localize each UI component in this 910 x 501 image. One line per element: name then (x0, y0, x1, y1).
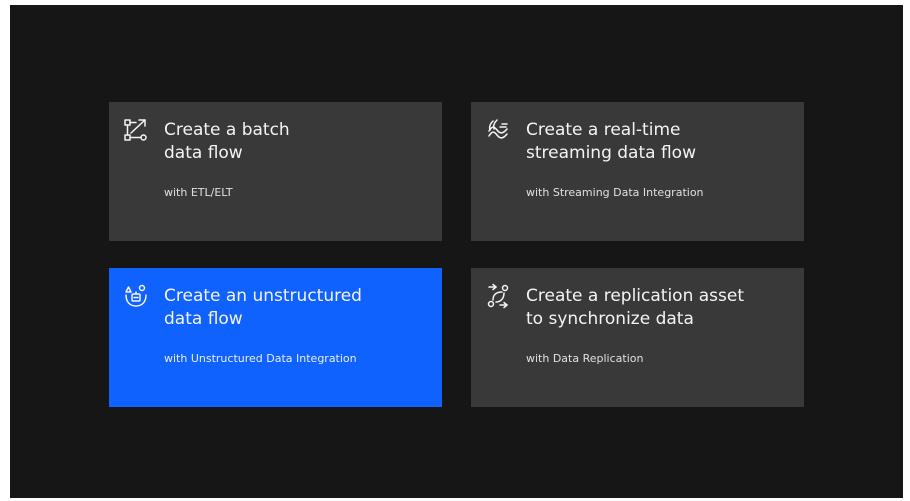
tile-title-line: Create a batch (164, 120, 290, 140)
tile-title: Create an unstructured data flow (164, 285, 424, 331)
unstructured-data-flow-tile[interactable]: Create an unstructured data flow with Un… (109, 268, 442, 407)
tile-title-line: data flow (164, 143, 243, 163)
tile-title-line: to synchronize data (526, 309, 694, 329)
streaming-icon (485, 117, 511, 143)
tile-title: Create a real-time streaming data flow (526, 119, 786, 165)
tile-subtitle: with Data Replication (526, 352, 644, 365)
tile-title-line: data flow (164, 309, 243, 329)
tile-title: Create a batch data flow (164, 119, 424, 165)
tile-subtitle: with Unstructured Data Integration (164, 352, 357, 365)
tile-subtitle: with ETL/ELT (164, 186, 233, 199)
batch-flow-icon (123, 117, 149, 143)
tile-title: Create a replication asset to synchroniz… (526, 285, 786, 331)
tile-title-line: Create a real-time (526, 120, 681, 140)
app-background: Create a batch data flow with ETL/ELT Cr… (10, 5, 903, 498)
replication-icon (485, 283, 511, 309)
tile-subtitle: with Streaming Data Integration (526, 186, 704, 199)
streaming-data-flow-tile[interactable]: Create a real-time streaming data flow w… (471, 102, 804, 241)
unstructured-data-icon (123, 283, 149, 309)
tile-title-line: Create an unstructured (164, 286, 362, 306)
tile-title-line: Create a replication asset (526, 286, 745, 306)
tile-title-line: streaming data flow (526, 143, 696, 163)
replication-asset-tile[interactable]: Create a replication asset to synchroniz… (471, 268, 804, 407)
batch-data-flow-tile[interactable]: Create a batch data flow with ETL/ELT (109, 102, 442, 241)
